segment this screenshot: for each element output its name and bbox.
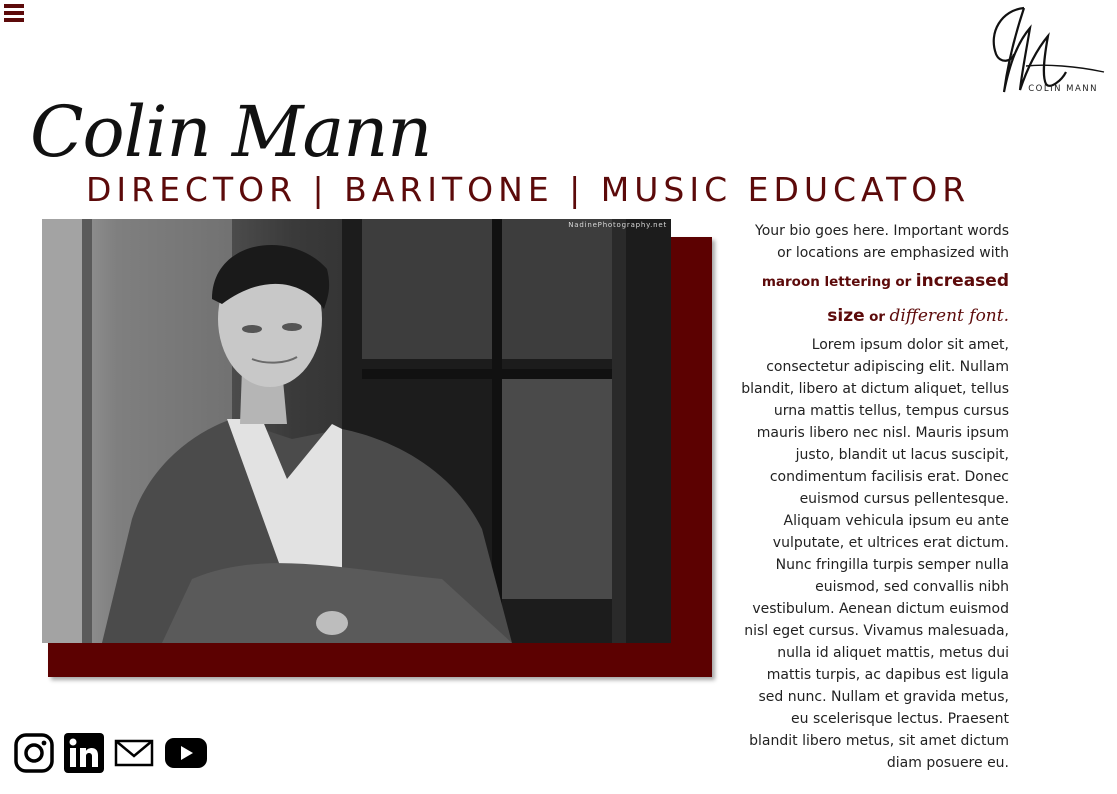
bio-body: Lorem ipsum dolor sit amet, consectetur … (741, 337, 1009, 771)
youtube-icon (165, 738, 207, 768)
monogram-cm-icon (992, 6, 1105, 93)
bio-intro: Your bio goes here. Important words or l… (755, 223, 1009, 261)
logo-text: COLIN MANN (1028, 84, 1098, 94)
youtube-link[interactable] (164, 737, 208, 769)
portrait-photo: NadinePhotography.net (42, 219, 671, 643)
portrait-section: NadinePhotography.net (42, 219, 712, 681)
social-links (14, 733, 218, 773)
hamburger-menu-icon (4, 4, 24, 8)
signature-text: Colin Mann (30, 91, 432, 173)
bio-or-1: or (895, 274, 912, 290)
bio-or-2: or (869, 309, 886, 325)
bio-text: Your bio goes here. Important words or l… (740, 220, 1009, 774)
bio-emphasis-font: different font. (889, 306, 1009, 326)
email-link[interactable] (114, 738, 154, 768)
instagram-icon (14, 733, 54, 773)
signature: Colin Mann (30, 92, 450, 182)
logo[interactable]: COLIN MANN (986, 2, 1108, 96)
photo-watermark: NadinePhotography.net (568, 221, 667, 229)
linkedin-link[interactable] (64, 733, 104, 773)
email-icon (114, 739, 154, 767)
menu-button[interactable] (4, 2, 24, 24)
bio-emphasis-color: maroon lettering (761, 274, 891, 290)
tagline: DIRECTOR | BARITONE | MUSIC EDUCATOR (86, 170, 971, 209)
linkedin-icon (64, 733, 104, 773)
instagram-link[interactable] (14, 733, 54, 773)
